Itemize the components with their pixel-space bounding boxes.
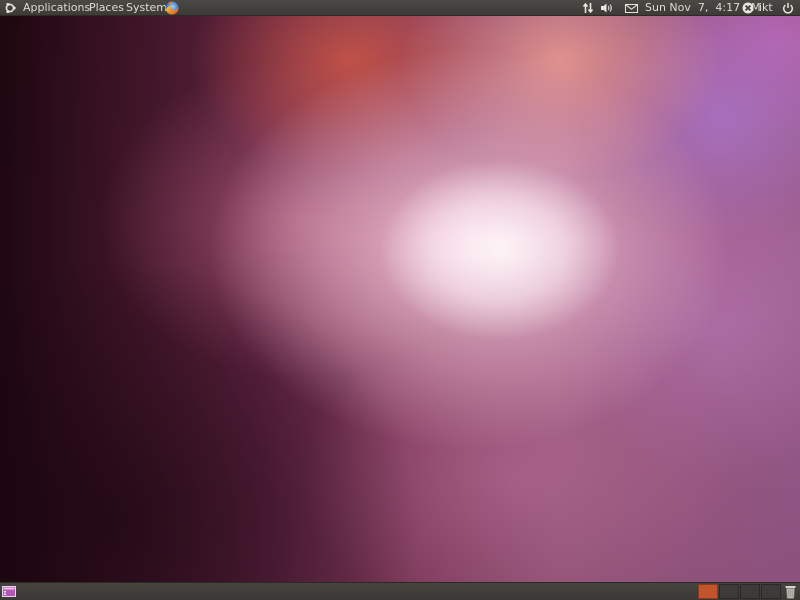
user-status-icon[interactable]	[742, 2, 754, 14]
volume-icon[interactable]	[600, 2, 614, 14]
places-menu[interactable]: Places	[89, 0, 124, 16]
desktop-screen: Applications Places System Sun Nov 7, 4:…	[0, 0, 800, 600]
network-icon[interactable]	[582, 2, 594, 14]
workspace-1[interactable]	[698, 584, 718, 599]
show-desktop-icon[interactable]	[2, 586, 16, 597]
workspace-2[interactable]	[719, 584, 739, 599]
workspace-switcher	[698, 584, 782, 599]
mail-icon[interactable]	[625, 4, 638, 13]
system-menu[interactable]: System	[126, 0, 167, 16]
firefox-icon[interactable]	[164, 0, 180, 16]
user-name[interactable]: ikt	[759, 0, 773, 16]
applications-menu[interactable]: Applications	[23, 0, 90, 16]
workspace-3[interactable]	[740, 584, 760, 599]
wallpaper-shading	[0, 0, 800, 600]
trash-icon[interactable]	[785, 585, 796, 599]
ubuntu-logo-icon[interactable]	[4, 2, 16, 14]
top-panel: Applications Places System Sun Nov 7, 4:…	[0, 0, 800, 16]
workspace-4[interactable]	[761, 584, 781, 599]
bottom-panel	[0, 582, 800, 600]
power-icon[interactable]	[782, 2, 794, 14]
